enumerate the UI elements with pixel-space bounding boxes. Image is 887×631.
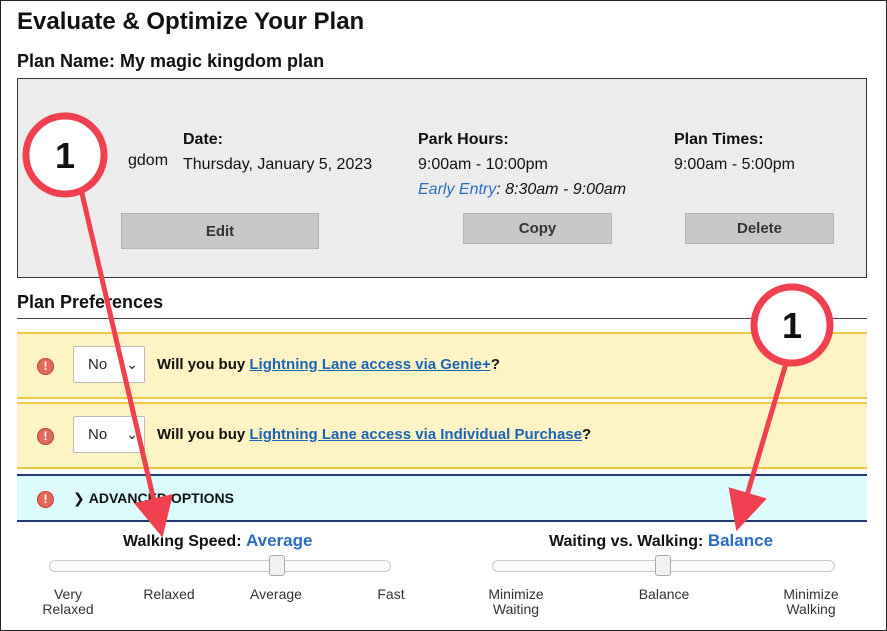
plan-preferences-title: Plan Preferences — [17, 292, 164, 312]
park-name: gdom — [128, 152, 169, 169]
chevron-down-icon: ⌄ — [126, 356, 138, 372]
walking-speed-slider-thumb[interactable] — [269, 555, 285, 576]
park-hours-column: Park Hours: 9:00am - 10:00pm Early Entry… — [418, 127, 626, 202]
early-entry-label: Early Entry — [418, 181, 497, 198]
date-label: Date: — [183, 131, 224, 148]
walking-speed-label: Walking Speed: — [123, 533, 246, 550]
warning-icon: ! — [37, 358, 54, 375]
question-suffix: ? — [581, 426, 592, 443]
waiting-vs-walking-label: Waiting vs. Walking: — [549, 533, 708, 550]
divider — [17, 318, 867, 319]
date-value: Thursday, January 5, 2023 — [183, 156, 373, 173]
individual-purchase-select[interactable]: No ⌄ — [73, 416, 145, 453]
park-hours-value: 9:00am - 10:00pm — [418, 156, 548, 173]
walking-speed-title: Walking Speed: Average — [123, 531, 312, 551]
chevron-right-icon: ❯ — [73, 490, 85, 506]
genie-plus-link[interactable]: Lightning Lane access via Genie+ — [249, 356, 490, 373]
question-prefix: Will you buy — [157, 426, 250, 443]
chevron-down-icon: ⌄ — [126, 426, 138, 442]
plan-times-column: Plan Times: 9:00am - 5:00pm — [674, 127, 795, 177]
edit-button[interactable]: Edit — [121, 213, 319, 249]
plan-times-label: Plan Times: — [674, 131, 764, 148]
waiting-vs-walking-value: Balance — [707, 531, 774, 550]
plan-times-value: 9:00am - 5:00pm — [674, 156, 795, 173]
walking-speed-value: Average — [245, 531, 313, 550]
waiting-vs-walking-slider-thumb[interactable] — [655, 555, 671, 576]
waiting-tick-balance: Balance — [638, 586, 690, 602]
individual-purchase-question-row: ! No ⌄ Will you buy Lightning Lane acces… — [17, 402, 867, 469]
waiting-tick-minimize-walking: Minimize Walking — [783, 586, 839, 617]
individual-purchase-link[interactable]: Lightning Lane access via Individual Pur… — [249, 426, 582, 443]
genie-plus-question: Will you buy Lightning Lane access via G… — [157, 356, 500, 373]
plan-name: Plan Name: My magic kingdom plan — [17, 51, 325, 71]
question-prefix: Will you buy — [157, 356, 250, 373]
page-title: Evaluate & Optimize Your Plan — [17, 8, 365, 35]
walking-speed-tick-very-relaxed: Very Relaxed — [42, 586, 94, 617]
waiting-vs-walking-title: Waiting vs. Walking: Balance — [549, 531, 773, 551]
walking-speed-tick-relaxed: Relaxed — [143, 586, 195, 602]
warning-icon: ! — [37, 491, 54, 508]
advanced-options-row[interactable]: ! ❯ ADVANCED OPTIONS — [17, 474, 867, 522]
date-column: Date: Thursday, January 5, 2023 — [183, 127, 372, 177]
early-entry-value: : 8:30am - 9:00am — [496, 181, 627, 198]
early-entry: Early Entry: 8:30am - 9:00am — [418, 177, 626, 202]
park-hours-label: Park Hours: — [418, 131, 509, 148]
advanced-options-toggle[interactable]: ❯ ADVANCED OPTIONS — [73, 490, 234, 507]
question-suffix: ? — [490, 356, 500, 373]
genie-plus-select[interactable]: No ⌄ — [73, 346, 145, 383]
plan-summary-box: gdom Date: Thursday, January 5, 2023 Par… — [17, 78, 867, 278]
advanced-options-label: ADVANCED OPTIONS — [88, 490, 234, 506]
delete-button[interactable]: Delete — [685, 213, 834, 244]
waiting-tick-minimize-waiting: Minimize Waiting — [488, 586, 544, 617]
genie-plus-question-row: ! No ⌄ Will you buy Lightning Lane acces… — [17, 332, 867, 399]
walking-speed-slider-track[interactable] — [49, 560, 391, 572]
individual-purchase-select-value: No — [88, 426, 108, 443]
genie-plus-select-value: No — [88, 356, 108, 373]
copy-button[interactable]: Copy — [463, 213, 612, 244]
individual-purchase-question: Will you buy Lightning Lane access via I… — [157, 426, 591, 443]
walking-speed-tick-average: Average — [250, 586, 302, 602]
warning-icon: ! — [37, 428, 54, 445]
walking-speed-tick-fast: Fast — [377, 586, 405, 602]
